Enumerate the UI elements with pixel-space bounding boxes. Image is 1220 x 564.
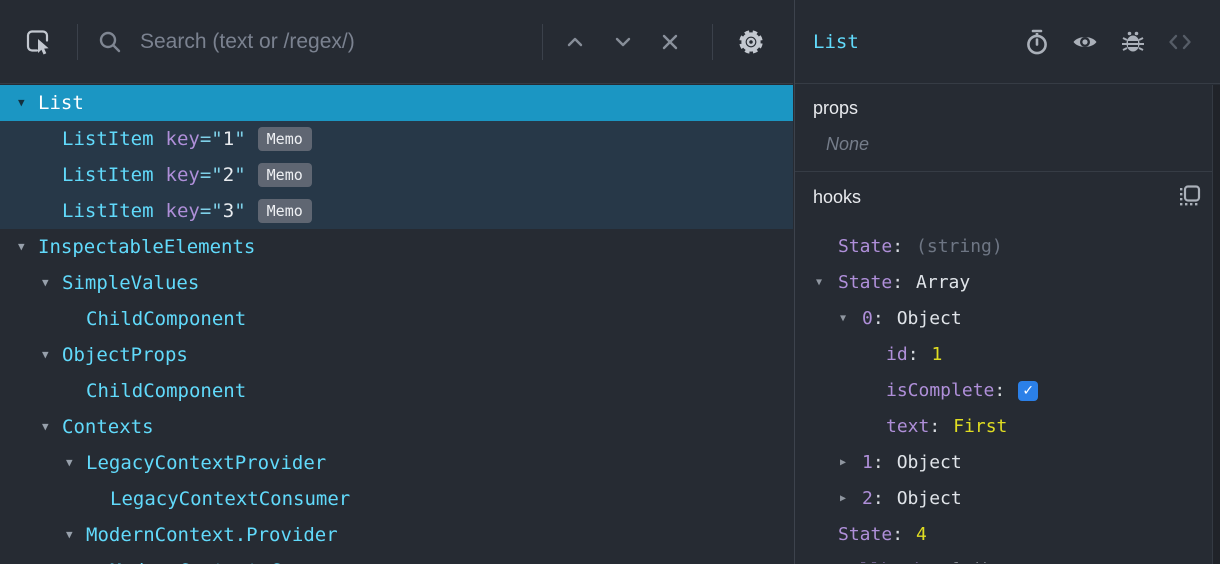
component-name: ChildComponent: [86, 308, 247, 330]
tree-row-listitem-1[interactable]: ListItem key="1" Memo: [0, 121, 793, 157]
tree-row-listitem-3[interactable]: ListItem key="3" Memo: [0, 193, 793, 229]
hook-row-state-number[interactable]: State: 4: [795, 517, 1211, 553]
next-result-button[interactable]: [612, 31, 634, 53]
collapsed-arrow-icon[interactable]: ▶: [840, 445, 862, 481]
hook-row-item-1[interactable]: ▶ 1: Object: [795, 445, 1211, 481]
hook-row-item-0[interactable]: ▼ 0: Object: [795, 301, 1211, 337]
code-brackets-icon: [1169, 34, 1191, 49]
expand-arrow-icon[interactable]: ▼: [64, 445, 86, 481]
expand-arrow-icon[interactable]: ▼: [816, 265, 838, 301]
parse-hook-names-button[interactable]: [1178, 184, 1202, 208]
props-section-label: props: [813, 98, 859, 118]
hook-row-callback[interactable]: Callback: ƒ (): [795, 553, 1211, 563]
tree-row-moderncontext-provider[interactable]: ▼ ModernContext.Provider: [0, 517, 793, 553]
search-input[interactable]: [140, 0, 530, 84]
component-name: ModernContext.Consumer: [110, 553, 362, 564]
toolbar-divider: [542, 23, 543, 60]
close-icon: [662, 34, 678, 49]
tree-row-moderncontext-consumer[interactable]: ModernContext.Consumer: [0, 553, 793, 564]
memo-badge: Memo: [257, 163, 312, 187]
tree-row-childcomponent[interactable]: ChildComponent: [0, 301, 793, 337]
toolbar-divider: [77, 23, 78, 60]
component-tree-panel: ▼ List ListItem key="1" Memo ListItem ke…: [0, 0, 793, 564]
collapsed-arrow-icon[interactable]: ▶: [840, 481, 862, 517]
eye-icon: [1073, 36, 1097, 47]
chevron-down-icon: [615, 37, 631, 46]
bug-icon: [1122, 31, 1144, 51]
clear-search-button[interactable]: [659, 31, 681, 53]
hook-row-id[interactable]: id: 1: [795, 337, 1211, 373]
component-name: ObjectProps: [62, 344, 188, 366]
component-name: ListItem: [62, 200, 154, 222]
inspected-element-panel: List props None hooks State: (string) ▼…: [794, 0, 1220, 564]
component-tree: ▼ List ListItem key="1" Memo ListItem ke…: [0, 85, 793, 564]
log-render-timing-button[interactable]: [1023, 28, 1051, 56]
react-devtools-components-panel: ▼ List ListItem key="1" Memo ListItem ke…: [0, 0, 1220, 564]
expand-arrow-icon[interactable]: ▼: [840, 301, 862, 337]
component-name: ListItem: [62, 128, 154, 150]
chevron-up-icon: [567, 37, 583, 46]
key-attribute: key="2": [165, 164, 246, 186]
inspect-element-icon: [26, 29, 49, 54]
props-section: props None: [795, 84, 1220, 172]
stopwatch-icon: [1027, 29, 1047, 54]
hook-row-state-string[interactable]: State: (string): [795, 229, 1211, 265]
toolbar-divider: [712, 23, 713, 60]
previous-result-button[interactable]: [564, 31, 586, 53]
component-name: ListItem: [62, 164, 154, 186]
debug-log-button[interactable]: [1119, 28, 1147, 56]
tree-row-contexts[interactable]: ▼ Contexts: [0, 409, 793, 445]
tree-row-childcomponent[interactable]: ChildComponent: [0, 373, 793, 409]
component-name: LegacyContextConsumer: [110, 488, 351, 510]
component-name: ChildComponent: [86, 380, 247, 402]
component-name: LegacyContextProvider: [86, 452, 327, 474]
hook-row-text[interactable]: text: First: [795, 409, 1211, 445]
key-attribute: key="1": [165, 128, 246, 150]
expand-arrow-icon[interactable]: ▼: [40, 337, 62, 373]
hooks-section-label: hooks: [813, 187, 862, 207]
tree-row-legacycontextconsumer[interactable]: LegacyContextConsumer: [0, 481, 793, 517]
tree-row-objectprops[interactable]: ▼ ObjectProps: [0, 337, 793, 373]
tree-row-inspectableelements[interactable]: ▼ InspectableElements: [0, 229, 793, 265]
props-empty-value: None: [826, 134, 870, 154]
inspect-element-button[interactable]: [24, 27, 54, 57]
tree-row-listitem-2[interactable]: ListItem key="2" Memo: [0, 157, 793, 193]
search-icon: [97, 29, 123, 55]
hook-row-iscomplete[interactable]: isComplete: ✓: [795, 373, 1211, 409]
tree-toolbar: [0, 0, 793, 84]
inspect-dom-element-button[interactable]: [1071, 28, 1099, 56]
inspected-component-title: List: [813, 30, 859, 53]
hooks-section: hooks State: (string) ▼ State: Array ▼ …: [795, 172, 1220, 563]
settings-button[interactable]: [736, 27, 766, 57]
iscomplete-checkbox[interactable]: ✓: [1018, 381, 1039, 401]
inspected-element-header: List: [795, 0, 1220, 84]
vertical-scrollbar[interactable]: [1212, 85, 1220, 564]
component-name: List: [38, 92, 84, 114]
expand-arrow-icon[interactable]: ▼: [40, 409, 62, 445]
tree-row-legacycontextprovider[interactable]: ▼ LegacyContextProvider: [0, 445, 793, 481]
component-name: InspectableElements: [38, 236, 256, 258]
component-name: ModernContext.Provider: [86, 524, 338, 546]
expand-arrow-icon[interactable]: ▼: [16, 229, 38, 265]
hook-row-state-array[interactable]: ▼ State: Array: [795, 265, 1211, 301]
hooks-tree: State: (string) ▼ State: Array ▼ 0: Obje…: [795, 229, 1211, 563]
memo-badge: Memo: [257, 127, 312, 151]
component-name: Contexts: [62, 416, 154, 438]
component-name: SimpleValues: [62, 272, 200, 294]
expand-arrow-icon[interactable]: ▼: [16, 85, 38, 121]
expand-arrow-icon[interactable]: ▼: [64, 517, 86, 553]
key-attribute: key="3": [165, 200, 246, 222]
tree-row-simplevalues[interactable]: ▼ SimpleValues: [0, 265, 793, 301]
parse-hook-names-icon: [1180, 185, 1201, 206]
expand-arrow-icon[interactable]: ▼: [40, 265, 62, 301]
tree-row-list[interactable]: ▼ List: [0, 85, 793, 121]
memo-badge: Memo: [257, 199, 312, 223]
gear-icon: [739, 29, 763, 54]
hook-row-item-2[interactable]: ▶ 2: Object: [795, 481, 1211, 517]
view-source-button[interactable]: [1166, 28, 1194, 56]
